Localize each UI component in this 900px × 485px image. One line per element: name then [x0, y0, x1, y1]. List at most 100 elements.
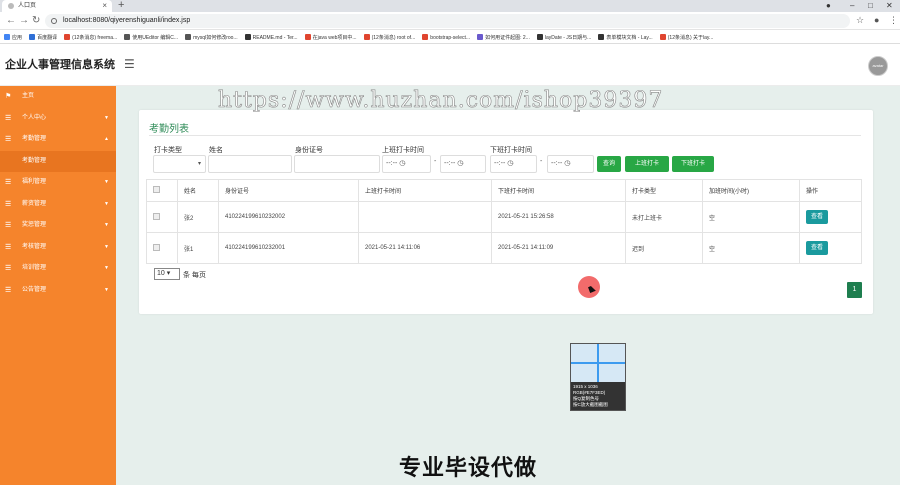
clock-in-cell: 2021-05-21 14:11:06 [358, 232, 492, 264]
sidebar-item-welfare[interactable]: ☰ 福利管理 ▼ [0, 172, 116, 194]
clock-out-start-time[interactable]: --:-- ◷ [490, 155, 537, 173]
column-header[interactable]: 下班打卡时间 [491, 179, 626, 202]
clock-in-filter-label: 上班打卡时间 [382, 147, 424, 154]
bookmark-item[interactable]: 百度翻译 [29, 31, 57, 43]
maximize-icon[interactable]: □ [868, 0, 873, 12]
clock-in-button[interactable]: 上班打卡 [625, 156, 669, 172]
profile-indicator-icon[interactable]: ● [826, 0, 831, 12]
color-picker-magnifier: 1915 x 1036 RGB(#E7F3ED) 按Q复制色号 按C放大截图截图 [570, 343, 626, 411]
bookmark-item[interactable]: README.md - Ter... [244, 31, 298, 43]
flag-icon: ⚑ [5, 93, 12, 100]
url-field[interactable]: localhost:8080/qiyerenshiguanli/index.js… [45, 14, 850, 28]
action-cell: 查看 [799, 232, 862, 264]
footer-banner-text: 专业毕设代做 [399, 456, 538, 481]
title-divider [149, 135, 861, 136]
sidebar-toggle-icon[interactable]: ☰ [124, 57, 135, 71]
pagination-current-page[interactable]: 1 [847, 282, 862, 298]
clock-out-cell: 2021-05-21 15:26:58 [491, 201, 626, 233]
page-size-select[interactable]: 10 ▾ [154, 268, 180, 280]
chevron-down-icon: ▼ [104, 114, 109, 121]
column-header[interactable]: 姓名 [177, 179, 219, 202]
overtime-cell: 空 [702, 232, 800, 264]
tab-title: 人口页 [18, 3, 37, 9]
clock-in-cell [358, 201, 492, 233]
clock-in-start-time[interactable]: --:-- ◷ [382, 155, 431, 173]
avatar[interactable]: avatar [868, 56, 888, 76]
list-icon: ☰ [5, 200, 12, 208]
sidebar-item-attendance[interactable]: ☰ 考勤管理 ▲ [0, 129, 116, 151]
sidebar: ⚑ 主页 ☰ 个人中心 ▼ ☰ 考勤管理 ▲ 考勤管理 ☰ 福利管理 ▼ ☰ 薪资管理 ▼ ☰ 奖惩… [0, 86, 116, 485]
watermark-text: https://www.huzhan.com/ishop39397 [218, 88, 664, 114]
sidebar-item-personal-center[interactable]: ☰ 个人中心 ▼ [0, 108, 116, 130]
row-checkbox[interactable] [153, 243, 160, 251]
bookmark-item[interactable]: bootstrap-select... [422, 31, 470, 43]
forward-icon[interactable]: → [19, 15, 29, 27]
address-bar-row: ← → ↻ localhost:8080/qiyerenshiguanli/in… [0, 12, 900, 30]
reload-icon[interactable]: ↻ [32, 15, 40, 27]
bookmark-item[interactable]: 使用UEditor 编辑C... [124, 31, 178, 43]
sidebar-item-home[interactable]: ⚑ 主页 [0, 86, 116, 108]
bookmarks-bar: 应用 百度翻译 (12条消息) freema... 使用UEditor 编辑C.… [0, 30, 900, 44]
id-filter-label: 身份证号 [295, 147, 323, 154]
sidebar-item-assessment[interactable]: ☰ 考核管理 ▼ [0, 237, 116, 259]
bookmark-item[interactable]: 在java web项目中... [304, 31, 357, 43]
bookmark-item[interactable]: mysql如何修改roo... [185, 31, 238, 43]
clock-out-button[interactable]: 下班打卡 [672, 156, 714, 172]
view-button[interactable]: 查看 [806, 241, 828, 255]
sidebar-item-salary[interactable]: ☰ 薪资管理 ▼ [0, 194, 116, 216]
bookmark-item[interactable]: 表单模块文档 - Lay... [598, 31, 653, 43]
page-size-label: 条 每页 [183, 272, 206, 279]
window-close-icon[interactable]: ✕ [886, 0, 893, 12]
close-tab-icon[interactable]: × [102, 0, 107, 12]
view-button[interactable]: 查看 [806, 210, 828, 224]
sidebar-subitem-attendance[interactable]: 考勤管理 [0, 150, 116, 172]
select-all-cell [146, 179, 178, 202]
chevron-down-icon: ▾ [197, 161, 201, 167]
site-info-icon[interactable] [51, 18, 57, 24]
action-cell: 查看 [799, 201, 862, 233]
new-tab-button[interactable]: + [118, 0, 124, 11]
id-filter-input[interactable] [294, 155, 380, 173]
name-filter-input[interactable] [208, 155, 292, 173]
page-favicon-icon [8, 3, 14, 9]
browser-tab[interactable]: 人口页 × [2, 0, 112, 12]
column-header[interactable]: 打卡类型 [625, 179, 703, 202]
row-checkbox[interactable] [153, 212, 160, 220]
bookmark-item[interactable]: (12条消息) freema... [64, 31, 117, 43]
column-header[interactable]: 身份证号 [218, 179, 359, 202]
type-filter-select[interactable]: ▾ [153, 155, 206, 173]
attendance-table: 姓名 身份证号 上班打卡时间 下班打卡时间 打卡类型 加班时间(小时) 操作 张… [146, 179, 862, 264]
page-title: 考勤列表 [149, 124, 189, 135]
search-button[interactable]: 查询 [597, 156, 621, 172]
bookmark-item[interactable]: (12条消息) root of... [363, 31, 415, 43]
clock-in-end-time[interactable]: --:-- ◷ [440, 155, 486, 173]
list-icon: ☰ [5, 179, 12, 186]
menu-dots-icon[interactable]: ⋮ [889, 15, 898, 26]
bookmark-item[interactable]: (12条消息) 关于lay... [659, 31, 713, 43]
sidebar-item-rewards[interactable]: ☰ 奖惩管理 ▼ [0, 215, 116, 237]
clock-out-end-time[interactable]: --:-- ◷ [547, 155, 594, 173]
select-all-checkbox[interactable] [153, 186, 160, 193]
bookmark-item[interactable]: 如何用证件起图: 2... [477, 31, 530, 43]
table-row: 张2 410224199610232002 2021-05-21 15:26:5… [146, 201, 862, 233]
back-icon[interactable]: ← [6, 15, 16, 27]
column-header[interactable]: 加班时间(小时) [702, 179, 800, 202]
bookmark-item[interactable]: 应用 [4, 31, 22, 43]
chevron-down-icon: ▼ [104, 265, 109, 271]
browser-tab-bar: 人口页 × + ● – □ ✕ [0, 0, 900, 12]
minimize-icon[interactable]: – [850, 0, 854, 12]
chevron-down-icon: ▼ [104, 179, 109, 185]
row-select-cell [146, 232, 178, 264]
magnifier-hint-zoom: 按C放大截图截图 [573, 402, 608, 407]
list-icon: ☰ [5, 286, 12, 294]
bookmark-star-icon[interactable]: ☆ [856, 15, 864, 26]
list-icon: ☰ [5, 222, 12, 229]
type-cell: 迟到 [625, 232, 703, 264]
sidebar-item-training[interactable]: ☰ 培训管理 ▼ [0, 258, 116, 280]
column-header: 操作 [799, 179, 862, 202]
bookmark-item[interactable]: layDate - JS日期与... [536, 31, 591, 43]
account-icon[interactable]: ● [874, 15, 879, 25]
column-header[interactable]: 上班打卡时间 [358, 179, 492, 202]
clock-out-cell: 2021-05-21 14:11:09 [491, 232, 626, 264]
sidebar-item-notice[interactable]: ☰ 公告管理 ▼ [0, 280, 116, 302]
